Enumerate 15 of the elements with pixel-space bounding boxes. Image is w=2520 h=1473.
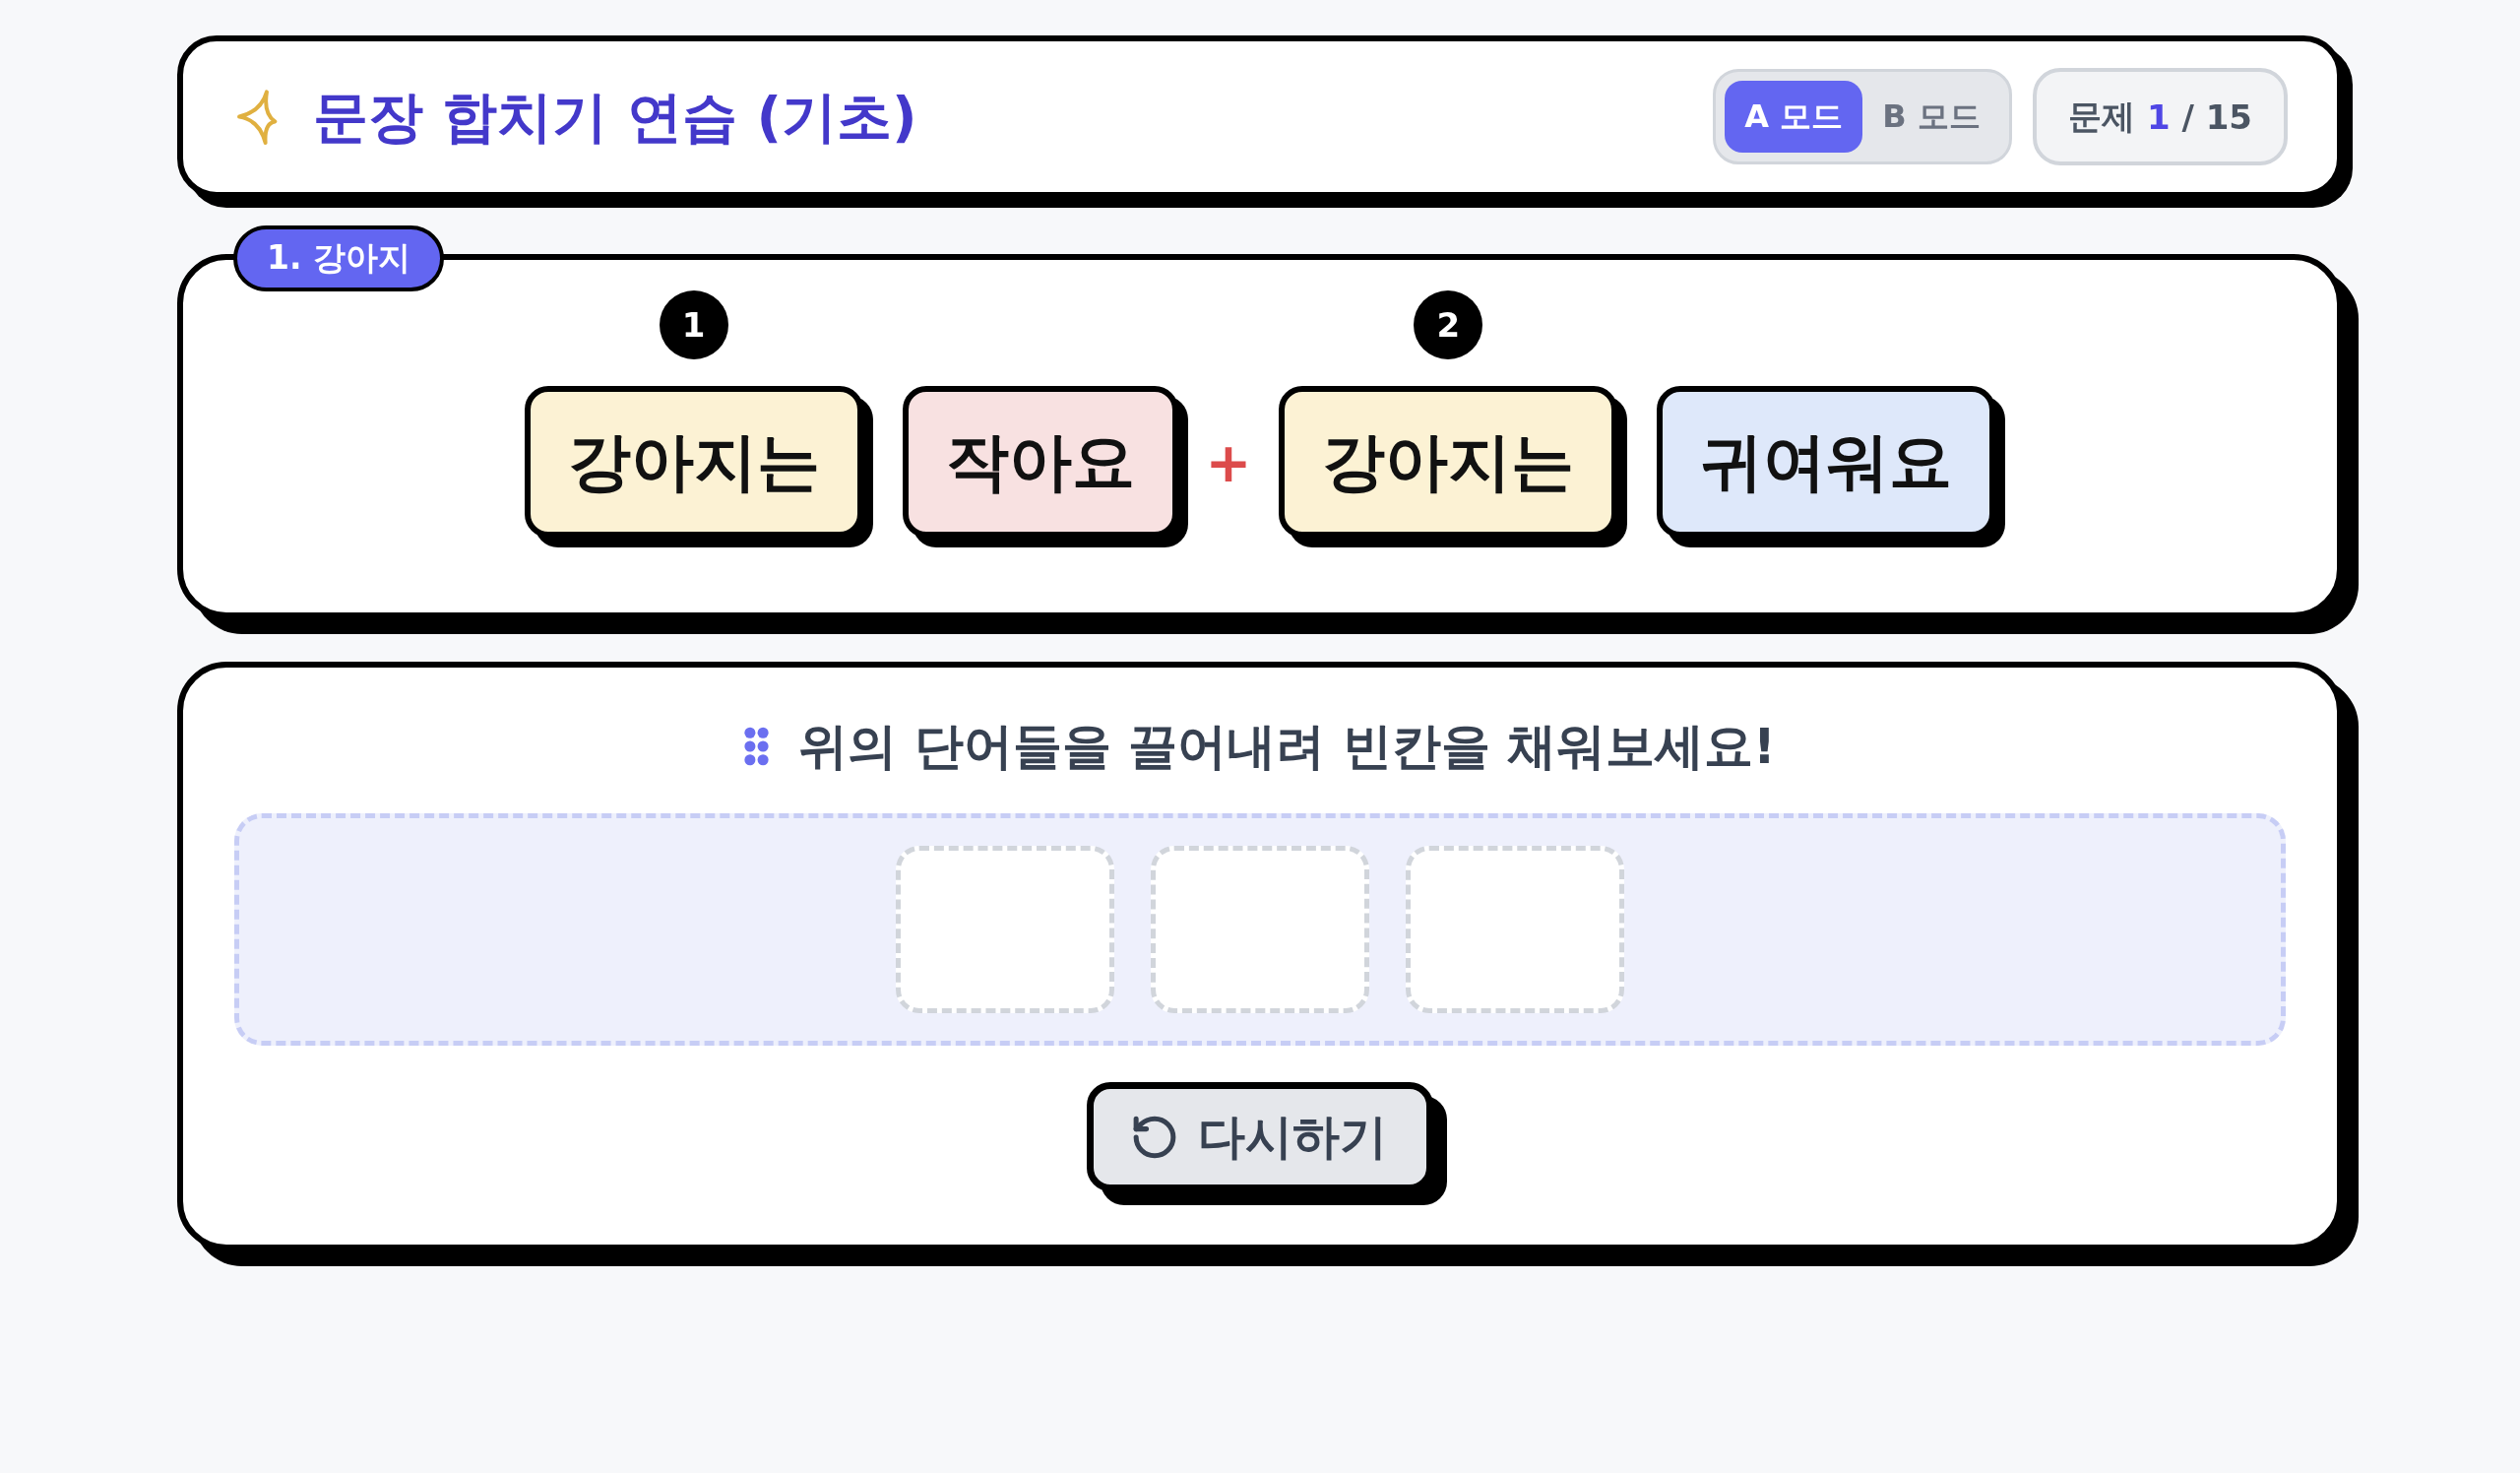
- answer-slot[interactable]: [896, 846, 1114, 1013]
- plus-sign: +: [1205, 428, 1252, 496]
- drag-handle-icon: [744, 727, 770, 766]
- mode-tab[interactable]: A 모드: [1725, 81, 1863, 153]
- sparkle-icon: [236, 88, 278, 146]
- topic-tag: 1. 강아지: [233, 225, 444, 291]
- page-title: 문장 합치기 연습 (기초): [313, 83, 917, 151]
- mode-tab[interactable]: B 모드: [1862, 81, 2001, 153]
- number-badge: 2: [1414, 290, 1483, 359]
- instruction-text: 위의 단어들을 끌어내려 빈칸을 채워보세요!: [798, 717, 1776, 776]
- question-counter: 문제 1 / 15: [2033, 68, 2288, 165]
- rotate-arrow-icon: [1133, 1115, 1176, 1159]
- answer-slot[interactable]: [1406, 846, 1624, 1013]
- number-badge: 1: [659, 290, 728, 359]
- answer-slot[interactable]: [1151, 846, 1369, 1013]
